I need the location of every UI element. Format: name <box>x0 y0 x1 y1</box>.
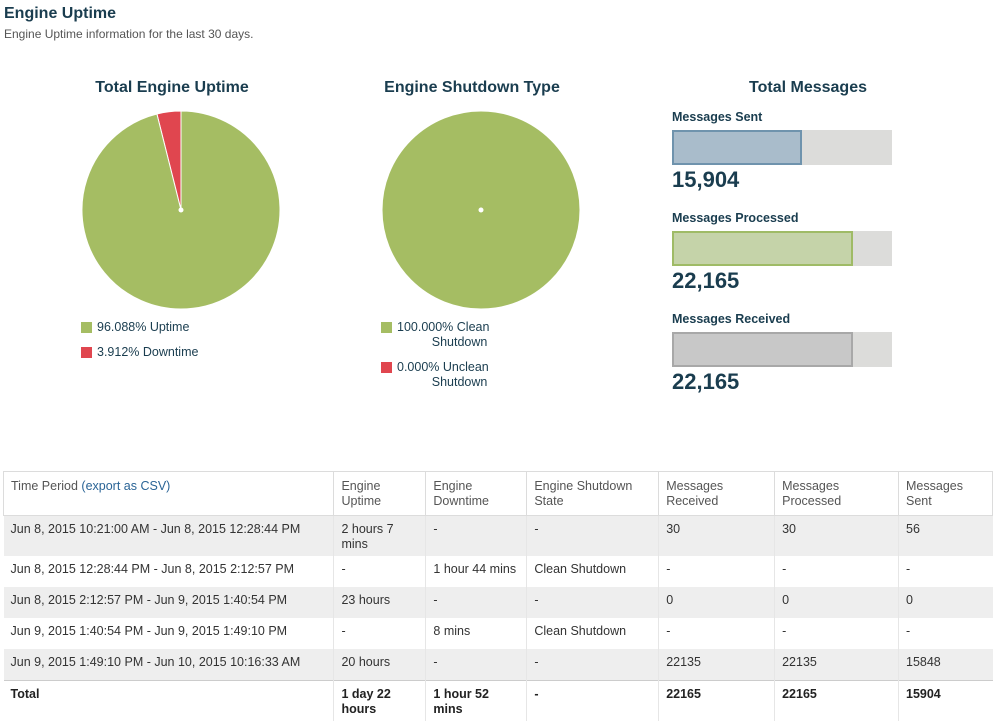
header-time-period: Time Period (export as CSV) <box>4 472 334 516</box>
cell-messages-processed: 22135 <box>775 649 899 681</box>
messages-sent-bar <box>672 130 892 165</box>
messages-processed-bar <box>672 231 892 266</box>
cell-engine-downtime: - <box>426 587 527 618</box>
header-engine-downtime: EngineDowntime <box>426 472 527 516</box>
header-messages-processed: MessagesProcessed <box>775 472 899 516</box>
header-messages-received: MessagesReceived <box>659 472 775 516</box>
cell-messages-processed: 0 <box>775 587 899 618</box>
cell-engine-uptime: 23 hours <box>334 587 426 618</box>
total-cell-messages-received: 22165 <box>659 681 775 721</box>
cell-messages-processed: - <box>775 618 899 649</box>
page-title: Engine Uptime <box>4 5 116 23</box>
uptime-pie-chart <box>81 110 281 310</box>
uptime-center-dot <box>179 208 184 213</box>
cell-shutdown-state: - <box>527 516 659 557</box>
table-header-row: Time Period (export as CSV) EngineUptime… <box>4 472 993 516</box>
cell-shutdown-state: Clean Shutdown <box>527 618 659 649</box>
cell-messages-sent: - <box>899 618 993 649</box>
cell-time-period: Jun 8, 2015 12:28:44 PM - Jun 8, 2015 2:… <box>4 556 334 587</box>
page-subtitle: Engine Uptime information for the last 3… <box>4 27 253 41</box>
legend-swatch-downtime <box>81 347 92 358</box>
shutdown-chart-title: Engine Shutdown Type <box>372 79 572 97</box>
cell-engine-uptime: 2 hours 7 mins <box>334 516 426 557</box>
legend-item-clean-shutdown: 100.000% Clean Shutdown <box>381 320 489 350</box>
header-messages-sent: MessagesSent <box>899 472 993 516</box>
uptime-legend: 96.088% Uptime 3.912% Downtime <box>81 320 198 370</box>
legend-item-unclean-shutdown: 0.000% Unclean Shutdown <box>381 360 489 390</box>
legend-label-unclean: 0.000% Unclean Shutdown <box>397 360 489 390</box>
shutdown-pie-chart <box>381 110 581 310</box>
messages-sent-label: Messages Sent <box>672 110 762 124</box>
total-cell-engine-uptime: 1 day 22 hours <box>334 681 426 721</box>
messages-received-bar <box>672 332 892 367</box>
cell-messages-received: 30 <box>659 516 775 557</box>
cell-messages-sent: 56 <box>899 516 993 557</box>
messages-received-bar-fill <box>672 332 853 367</box>
legend-label-uptime: 96.088% Uptime <box>97 320 189 335</box>
legend-item-downtime: 3.912% Downtime <box>81 345 198 360</box>
total-cell-engine-downtime: 1 hour 52 mins <box>426 681 527 721</box>
cell-messages-received: - <box>659 556 775 587</box>
header-time-period-label: Time Period <box>11 479 78 493</box>
cell-messages-received: - <box>659 618 775 649</box>
header-shutdown-state: Engine ShutdownState <box>527 472 659 516</box>
cell-time-period: Jun 8, 2015 10:21:00 AM - Jun 8, 2015 12… <box>4 516 334 557</box>
table-row: Jun 8, 2015 10:21:00 AM - Jun 8, 2015 12… <box>4 516 993 557</box>
cell-messages-sent: 0 <box>899 587 993 618</box>
messages-processed-label: Messages Processed <box>672 211 798 225</box>
shutdown-center-dot <box>479 208 484 213</box>
messages-processed-bar-fill <box>672 231 853 266</box>
legend-label-clean: 100.000% Clean Shutdown <box>397 320 489 350</box>
cell-engine-downtime: 8 mins <box>426 618 527 649</box>
cell-time-period: Jun 9, 2015 1:49:10 PM - Jun 10, 2015 10… <box>4 649 334 681</box>
total-cell-messages-processed: 22165 <box>775 681 899 721</box>
cell-messages-processed: - <box>775 556 899 587</box>
cell-engine-downtime: - <box>426 649 527 681</box>
legend-swatch-clean <box>381 322 392 333</box>
table-row: Jun 9, 2015 1:49:10 PM - Jun 10, 2015 10… <box>4 649 993 681</box>
legend-label-downtime: 3.912% Downtime <box>97 345 198 360</box>
cell-time-period: Jun 8, 2015 2:12:57 PM - Jun 9, 2015 1:4… <box>4 587 334 618</box>
table-row: Jun 9, 2015 1:40:54 PM - Jun 9, 2015 1:4… <box>4 618 993 649</box>
messages-sent-bar-fill <box>672 130 802 165</box>
table-total-row: Total1 day 22 hours1 hour 52 mins-221652… <box>4 681 993 721</box>
cell-engine-downtime: - <box>426 516 527 557</box>
uptime-chart-title: Total Engine Uptime <box>72 79 272 97</box>
cell-engine-downtime: 1 hour 44 mins <box>426 556 527 587</box>
table-row: Jun 8, 2015 12:28:44 PM - Jun 8, 2015 2:… <box>4 556 993 587</box>
total-cell-shutdown-state: - <box>527 681 659 721</box>
header-engine-uptime: EngineUptime <box>334 472 426 516</box>
legend-swatch-unclean <box>381 362 392 373</box>
cell-shutdown-state: - <box>527 587 659 618</box>
messages-sent-value: 15,904 <box>672 167 739 193</box>
messages-title: Total Messages <box>708 79 908 97</box>
cell-time-period: Jun 9, 2015 1:40:54 PM - Jun 9, 2015 1:4… <box>4 618 334 649</box>
shutdown-legend: 100.000% Clean Shutdown 0.000% Unclean S… <box>381 320 489 400</box>
cell-messages-received: 22135 <box>659 649 775 681</box>
table-row: Jun 8, 2015 2:12:57 PM - Jun 9, 2015 1:4… <box>4 587 993 618</box>
cell-engine-uptime: - <box>334 618 426 649</box>
messages-received-label: Messages Received <box>672 312 790 326</box>
cell-messages-processed: 30 <box>775 516 899 557</box>
messages-received-value: 22,165 <box>672 369 739 395</box>
cell-messages-sent: 15848 <box>899 649 993 681</box>
cell-engine-uptime: 20 hours <box>334 649 426 681</box>
messages-processed-value: 22,165 <box>672 268 739 294</box>
legend-item-uptime: 96.088% Uptime <box>81 320 198 335</box>
total-cell-time-period: Total <box>4 681 334 721</box>
cell-shutdown-state: Clean Shutdown <box>527 556 659 587</box>
cell-messages-sent: - <box>899 556 993 587</box>
export-csv-link[interactable]: (export as CSV) <box>81 479 170 493</box>
cell-messages-received: 0 <box>659 587 775 618</box>
uptime-table: Time Period (export as CSV) EngineUptime… <box>3 471 993 721</box>
cell-shutdown-state: - <box>527 649 659 681</box>
legend-swatch-uptime <box>81 322 92 333</box>
total-cell-messages-sent: 15904 <box>899 681 993 721</box>
cell-engine-uptime: - <box>334 556 426 587</box>
